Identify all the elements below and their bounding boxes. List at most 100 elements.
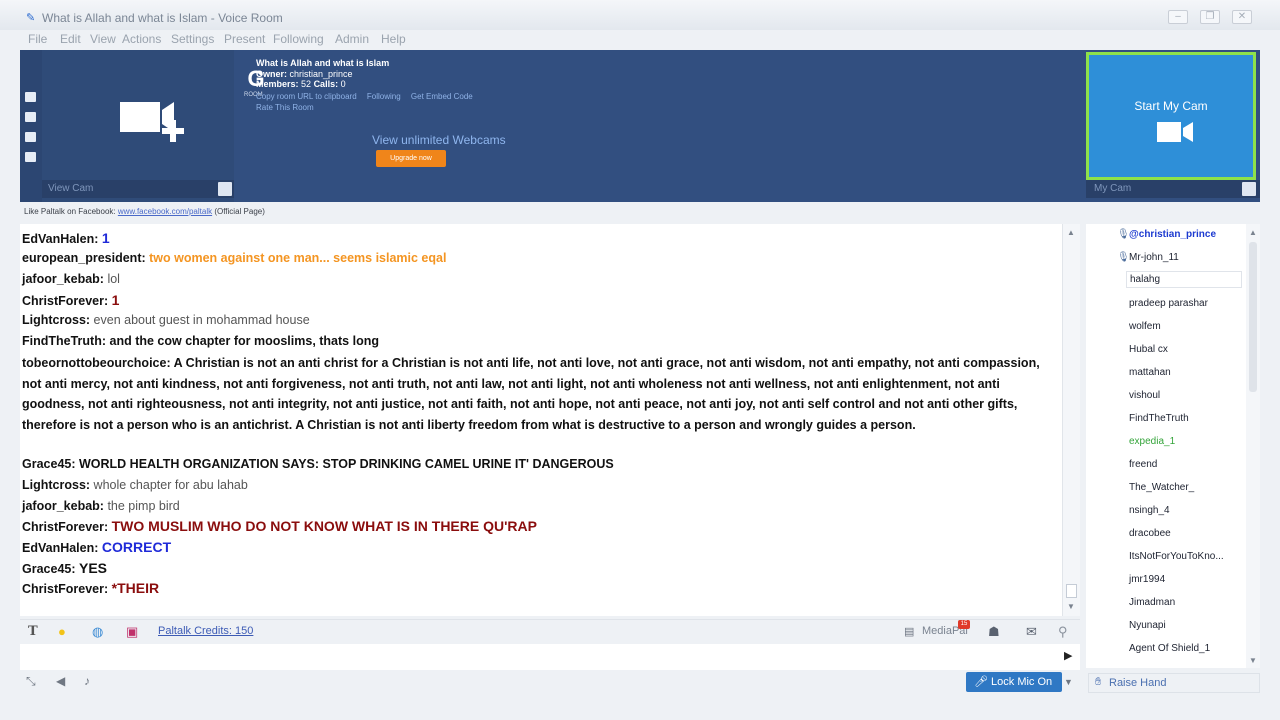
user-item[interactable]: ItsNotForYouToKno... — [1129, 551, 1224, 562]
chat-input[interactable]: ▶ — [20, 644, 1080, 670]
scroll-down-icon[interactable]: ▼ — [1249, 656, 1257, 665]
tool-button[interactable] — [25, 92, 36, 102]
raise-hand-label: Raise Hand — [1109, 677, 1167, 689]
minimize-button[interactable]: – — [1168, 10, 1188, 24]
chat-nick: tobeornottobeourchoice: — [22, 356, 171, 370]
my-cam-label: My Cam — [1094, 183, 1132, 194]
chat-nick: Grace45: — [22, 457, 76, 471]
close-button[interactable]: ✕ — [1232, 10, 1252, 24]
user-item[interactable]: mattahan — [1129, 367, 1171, 378]
emoticon-icon[interactable]: ● — [58, 624, 66, 640]
user-item[interactable]: halahg — [1126, 271, 1242, 288]
chat-message: Lightcross: even about guest in mohammad… — [22, 313, 310, 327]
user-item[interactable]: vishoul — [1129, 390, 1160, 401]
text-format-icon[interactable]: T — [28, 624, 38, 640]
view-cam-bar: View Cam — [42, 180, 234, 198]
chat-message: Grace45: WORLD HEALTH ORGANIZATION SAYS:… — [22, 457, 614, 471]
menu-settings[interactable]: Settings — [171, 32, 214, 46]
speaker-icon[interactable]: ◀ — [56, 674, 65, 688]
camera-icon — [1157, 122, 1193, 142]
side-toolbar — [20, 50, 42, 202]
expand-icon[interactable]: ⤡ — [26, 674, 36, 689]
user-item[interactable]: expedia_1 — [1129, 436, 1175, 447]
owner-label: Owner: — [256, 69, 288, 79]
chat-message: Grace45: YES — [22, 560, 107, 576]
user-item[interactable]: Nyunapi — [1129, 620, 1166, 631]
link-icon[interactable]: ⚲ — [1058, 624, 1068, 640]
user-item[interactable]: Agent Of Shield_1 — [1129, 643, 1210, 654]
rate-room-link[interactable]: Rate This Room — [256, 103, 314, 112]
chat-text: 1 — [101, 230, 110, 246]
add-cam-icon[interactable] — [118, 98, 188, 144]
user-item[interactable]: nsingh_4 — [1129, 505, 1170, 516]
calls-count: 0 — [340, 79, 346, 89]
unlimited-webcams-link[interactable]: View unlimited Webcams — [372, 133, 506, 147]
menu-present[interactable]: Present — [224, 32, 265, 46]
room-title: What is Allah and what is Islam — [256, 58, 390, 68]
gift-icon[interactable]: ▣ — [126, 624, 138, 640]
tool-button[interactable] — [25, 112, 36, 122]
chat-nick: jafoor_kebab: — [22, 499, 104, 513]
facebook-promo: Like Paltalk on Facebook: www.facebook.c… — [24, 207, 265, 216]
scroll-up-icon[interactable]: ▲ — [1249, 228, 1257, 237]
tool-button[interactable] — [25, 132, 36, 142]
embed-code-link[interactable]: Get Embed Code — [411, 92, 473, 101]
send-icon[interactable]: ▶ — [1064, 649, 1072, 662]
mediapal-icon[interactable]: ▤ — [904, 624, 914, 640]
user-list-scrollbar[interactable]: ▲ ▼ — [1246, 224, 1260, 668]
menu-help[interactable]: Help — [381, 32, 406, 46]
scroll-down-icon[interactable]: ▼ — [1067, 602, 1075, 611]
globe-icon[interactable]: ◍ — [92, 624, 103, 640]
user-item[interactable]: Hubal cx — [1129, 344, 1168, 355]
chat-nick: EdVanHalen: — [22, 541, 99, 555]
copy-url-link[interactable]: Copy room URL to clipboard — [256, 92, 357, 101]
hand-icon: ✋︎ — [1095, 676, 1102, 688]
facebook-suffix: (Official Page) — [214, 207, 265, 216]
tool-button[interactable] — [25, 152, 36, 162]
my-cam-button[interactable] — [1242, 182, 1256, 196]
user-item[interactable]: jmr1994 — [1129, 574, 1165, 585]
user-item[interactable]: The_Watcher_ — [1129, 482, 1194, 493]
raise-hand-button[interactable]: ✋︎ Raise Hand — [1088, 673, 1260, 693]
start-my-cam-panel[interactable]: Start My Cam — [1086, 52, 1256, 180]
menu-view[interactable]: View — [90, 32, 116, 46]
scroll-thumb[interactable] — [1249, 242, 1257, 392]
chat-nick: Lightcross: — [22, 313, 91, 327]
mail-icon[interactable]: ✉ — [1026, 624, 1037, 640]
user-item[interactable]: FindTheTruth — [1129, 413, 1189, 424]
user-item[interactable]: Jimadman — [1129, 597, 1175, 608]
chat-message: european_president: two women against on… — [22, 251, 446, 265]
upgrade-button[interactable]: Upgrade now — [376, 150, 446, 167]
facebook-link[interactable]: www.facebook.com/paltalk — [118, 207, 212, 216]
user-item[interactable]: dracobee — [1129, 528, 1171, 539]
view-cam-panel[interactable]: View Cam — [42, 50, 234, 202]
chevron-down-icon[interactable]: ▼ — [1064, 677, 1073, 687]
paltalk-credits-link[interactable]: Paltalk Credits: 150 — [158, 625, 253, 637]
menu-edit[interactable]: Edit — [60, 32, 81, 46]
user-item[interactable]: @christian_prince — [1129, 229, 1216, 240]
facebook-prefix: Like Paltalk on Facebook: — [24, 207, 116, 216]
mic-settings-icon[interactable]: ♪ — [84, 674, 90, 688]
lock-mic-button[interactable]: 🎤︎ Lock Mic On — [966, 672, 1062, 692]
chat-scrollbar[interactable]: ▲ ▼ — [1062, 224, 1080, 616]
following-link[interactable]: Following — [367, 92, 401, 101]
members-label: Members: — [256, 79, 299, 89]
chat-text: A Christian is not an anti christ for a … — [22, 356, 1040, 432]
chat-text: the pimp bird — [107, 499, 180, 513]
scroll-thumb[interactable] — [1066, 584, 1077, 598]
menu-admin[interactable]: Admin — [335, 32, 369, 46]
user-item[interactable]: wolfem — [1129, 321, 1161, 332]
scroll-up-icon[interactable]: ▲ — [1067, 228, 1075, 237]
user-item[interactable]: Mr-john_11 — [1129, 252, 1179, 263]
chat-toolbar: T ● ◍ ▣ Paltalk Credits: 150 ▤ MediaPal … — [20, 619, 1080, 643]
users-icon[interactable]: ☗ — [988, 624, 1000, 640]
view-cam-button[interactable] — [218, 182, 232, 196]
user-item[interactable]: pradeep parashar — [1129, 298, 1208, 309]
user-item[interactable]: freend — [1129, 459, 1157, 470]
view-cam-label: View Cam — [48, 183, 94, 194]
chat-text: whole chapter for abu lahab — [93, 478, 248, 492]
maximize-button[interactable]: ❐ — [1200, 10, 1220, 24]
menu-file[interactable]: File — [28, 32, 47, 46]
menu-following[interactable]: Following — [273, 32, 324, 46]
menu-actions[interactable]: Actions — [122, 32, 161, 46]
